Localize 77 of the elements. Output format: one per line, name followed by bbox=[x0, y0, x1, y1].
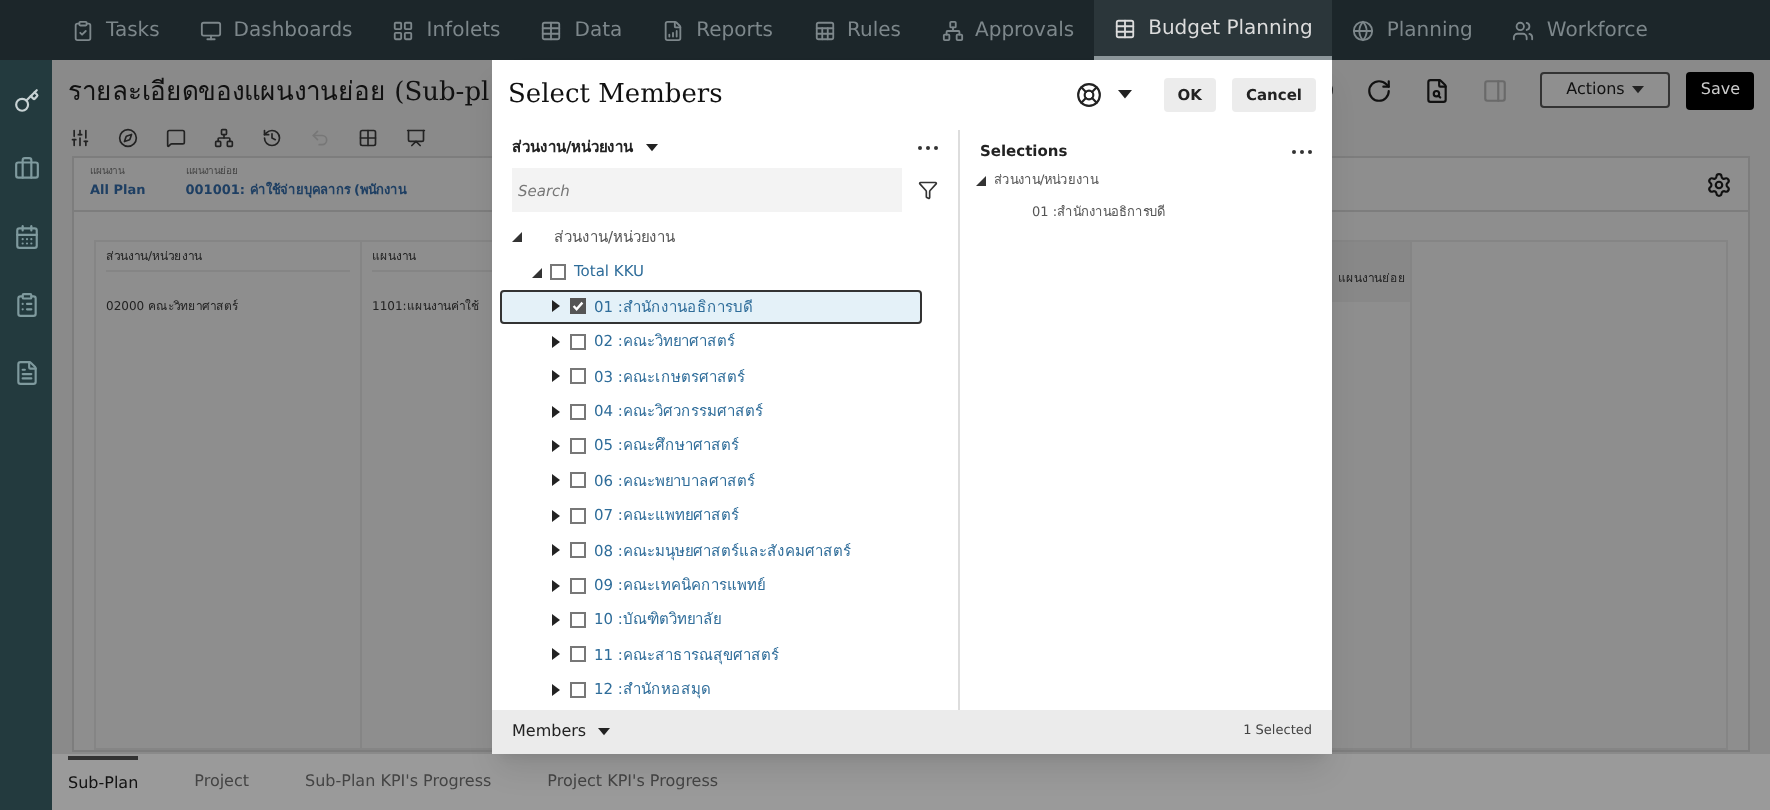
nav-tab[interactable]: Rules bbox=[793, 0, 921, 60]
sliders-icon[interactable] bbox=[70, 128, 90, 148]
bottom-tab[interactable]: Sub-Plan KPI's Progress bbox=[305, 758, 492, 806]
grid-icon bbox=[392, 19, 415, 41]
key-icon[interactable] bbox=[13, 88, 39, 114]
sheet-icon bbox=[813, 19, 836, 41]
save-button[interactable]: Save bbox=[1686, 71, 1754, 109]
presentation-icon[interactable] bbox=[406, 128, 426, 148]
collapsed-caret-icon[interactable] bbox=[552, 474, 560, 487]
table-icon bbox=[1114, 17, 1137, 39]
checkbox[interactable] bbox=[570, 438, 586, 455]
table-icon bbox=[540, 19, 563, 41]
checkbox[interactable] bbox=[550, 264, 566, 281]
collapsed-caret-icon[interactable] bbox=[552, 509, 560, 522]
calendar-icon[interactable] bbox=[13, 224, 39, 250]
checkbox[interactable] bbox=[570, 542, 586, 559]
settings-icon[interactable] bbox=[1706, 171, 1732, 197]
collapsed-caret-icon[interactable] bbox=[552, 440, 560, 453]
collapsed-caret-icon[interactable] bbox=[552, 370, 560, 383]
network-icon bbox=[941, 19, 963, 41]
nav-tab[interactable]: Budget Planning bbox=[1094, 0, 1333, 60]
document-icon[interactable] bbox=[13, 360, 39, 386]
actions-button[interactable]: Actions bbox=[1540, 72, 1671, 108]
clipboard-icon bbox=[72, 19, 94, 41]
refresh-icon[interactable] bbox=[1366, 77, 1393, 103]
history-icon[interactable] bbox=[262, 128, 282, 148]
checkbox[interactable] bbox=[570, 333, 586, 350]
bottom-tab[interactable]: Project KPI's Progress bbox=[547, 758, 719, 806]
nav-tab[interactable]: Tasks bbox=[52, 0, 180, 60]
caret-down-icon[interactable] bbox=[1117, 90, 1132, 100]
document-search-icon[interactable] bbox=[1424, 77, 1451, 103]
help-icon[interactable] bbox=[1075, 82, 1102, 108]
collapsed-caret-icon[interactable] bbox=[552, 335, 560, 348]
monitor-icon bbox=[199, 19, 222, 41]
hierarchy-icon[interactable] bbox=[214, 128, 234, 148]
nav-tab[interactable]: Data bbox=[520, 0, 643, 60]
collapsed-caret-icon[interactable] bbox=[552, 300, 560, 313]
checkbox[interactable] bbox=[570, 611, 586, 628]
checkbox[interactable] bbox=[570, 403, 586, 420]
collapsed-caret-icon[interactable] bbox=[552, 544, 560, 557]
page-title: รายละเอียดของแผนงานย่อย (Sub-pl bbox=[68, 78, 490, 108]
collapsed-caret-icon[interactable] bbox=[552, 683, 560, 696]
checkbox[interactable] bbox=[570, 472, 586, 489]
globe-icon bbox=[1352, 19, 1375, 41]
clipboard-icon[interactable] bbox=[13, 292, 39, 318]
nav-tab[interactable]: Workforce bbox=[1492, 0, 1668, 60]
bottom-tab[interactable]: Project bbox=[194, 758, 250, 806]
nav-tab[interactable]: Planning bbox=[1332, 0, 1493, 60]
collapsed-caret-icon[interactable] bbox=[552, 613, 560, 626]
caret-down-icon[interactable] bbox=[598, 728, 611, 736]
nav-tab[interactable]: Infolets bbox=[372, 0, 521, 60]
view-selector[interactable]: Members bbox=[512, 720, 587, 744]
grid-icon[interactable] bbox=[358, 128, 378, 148]
filter-icon[interactable] bbox=[918, 180, 938, 200]
collapsed-caret-icon[interactable] bbox=[552, 648, 560, 661]
caret-down-icon[interactable] bbox=[645, 144, 658, 152]
expanded-caret-icon[interactable] bbox=[511, 232, 521, 243]
nav-tab[interactable]: Approvals bbox=[921, 0, 1095, 60]
checkbox[interactable] bbox=[570, 681, 586, 698]
dialog-title: Select Members bbox=[508, 77, 725, 114]
report-icon bbox=[662, 19, 685, 41]
collapsed-caret-icon[interactable] bbox=[552, 579, 560, 592]
nav-tab[interactable]: Reports bbox=[642, 0, 794, 60]
checkbox[interactable] bbox=[570, 368, 586, 385]
checkbox[interactable] bbox=[570, 577, 586, 594]
bottom-tab[interactable]: Sub-Plan bbox=[68, 756, 139, 808]
compass-icon[interactable] bbox=[118, 128, 138, 148]
expanded-caret-icon[interactable] bbox=[531, 267, 541, 278]
checkbox[interactable] bbox=[570, 646, 586, 663]
checkbox[interactable] bbox=[570, 507, 586, 524]
expanded-caret-icon[interactable] bbox=[976, 176, 986, 187]
collapsed-caret-icon[interactable] bbox=[552, 405, 560, 418]
nav-tab[interactable]: Dashboards bbox=[179, 0, 373, 60]
comment-icon[interactable] bbox=[166, 128, 186, 148]
checkbox[interactable] bbox=[570, 298, 586, 315]
people-icon bbox=[1512, 19, 1535, 41]
briefcase-icon[interactable] bbox=[13, 156, 39, 182]
